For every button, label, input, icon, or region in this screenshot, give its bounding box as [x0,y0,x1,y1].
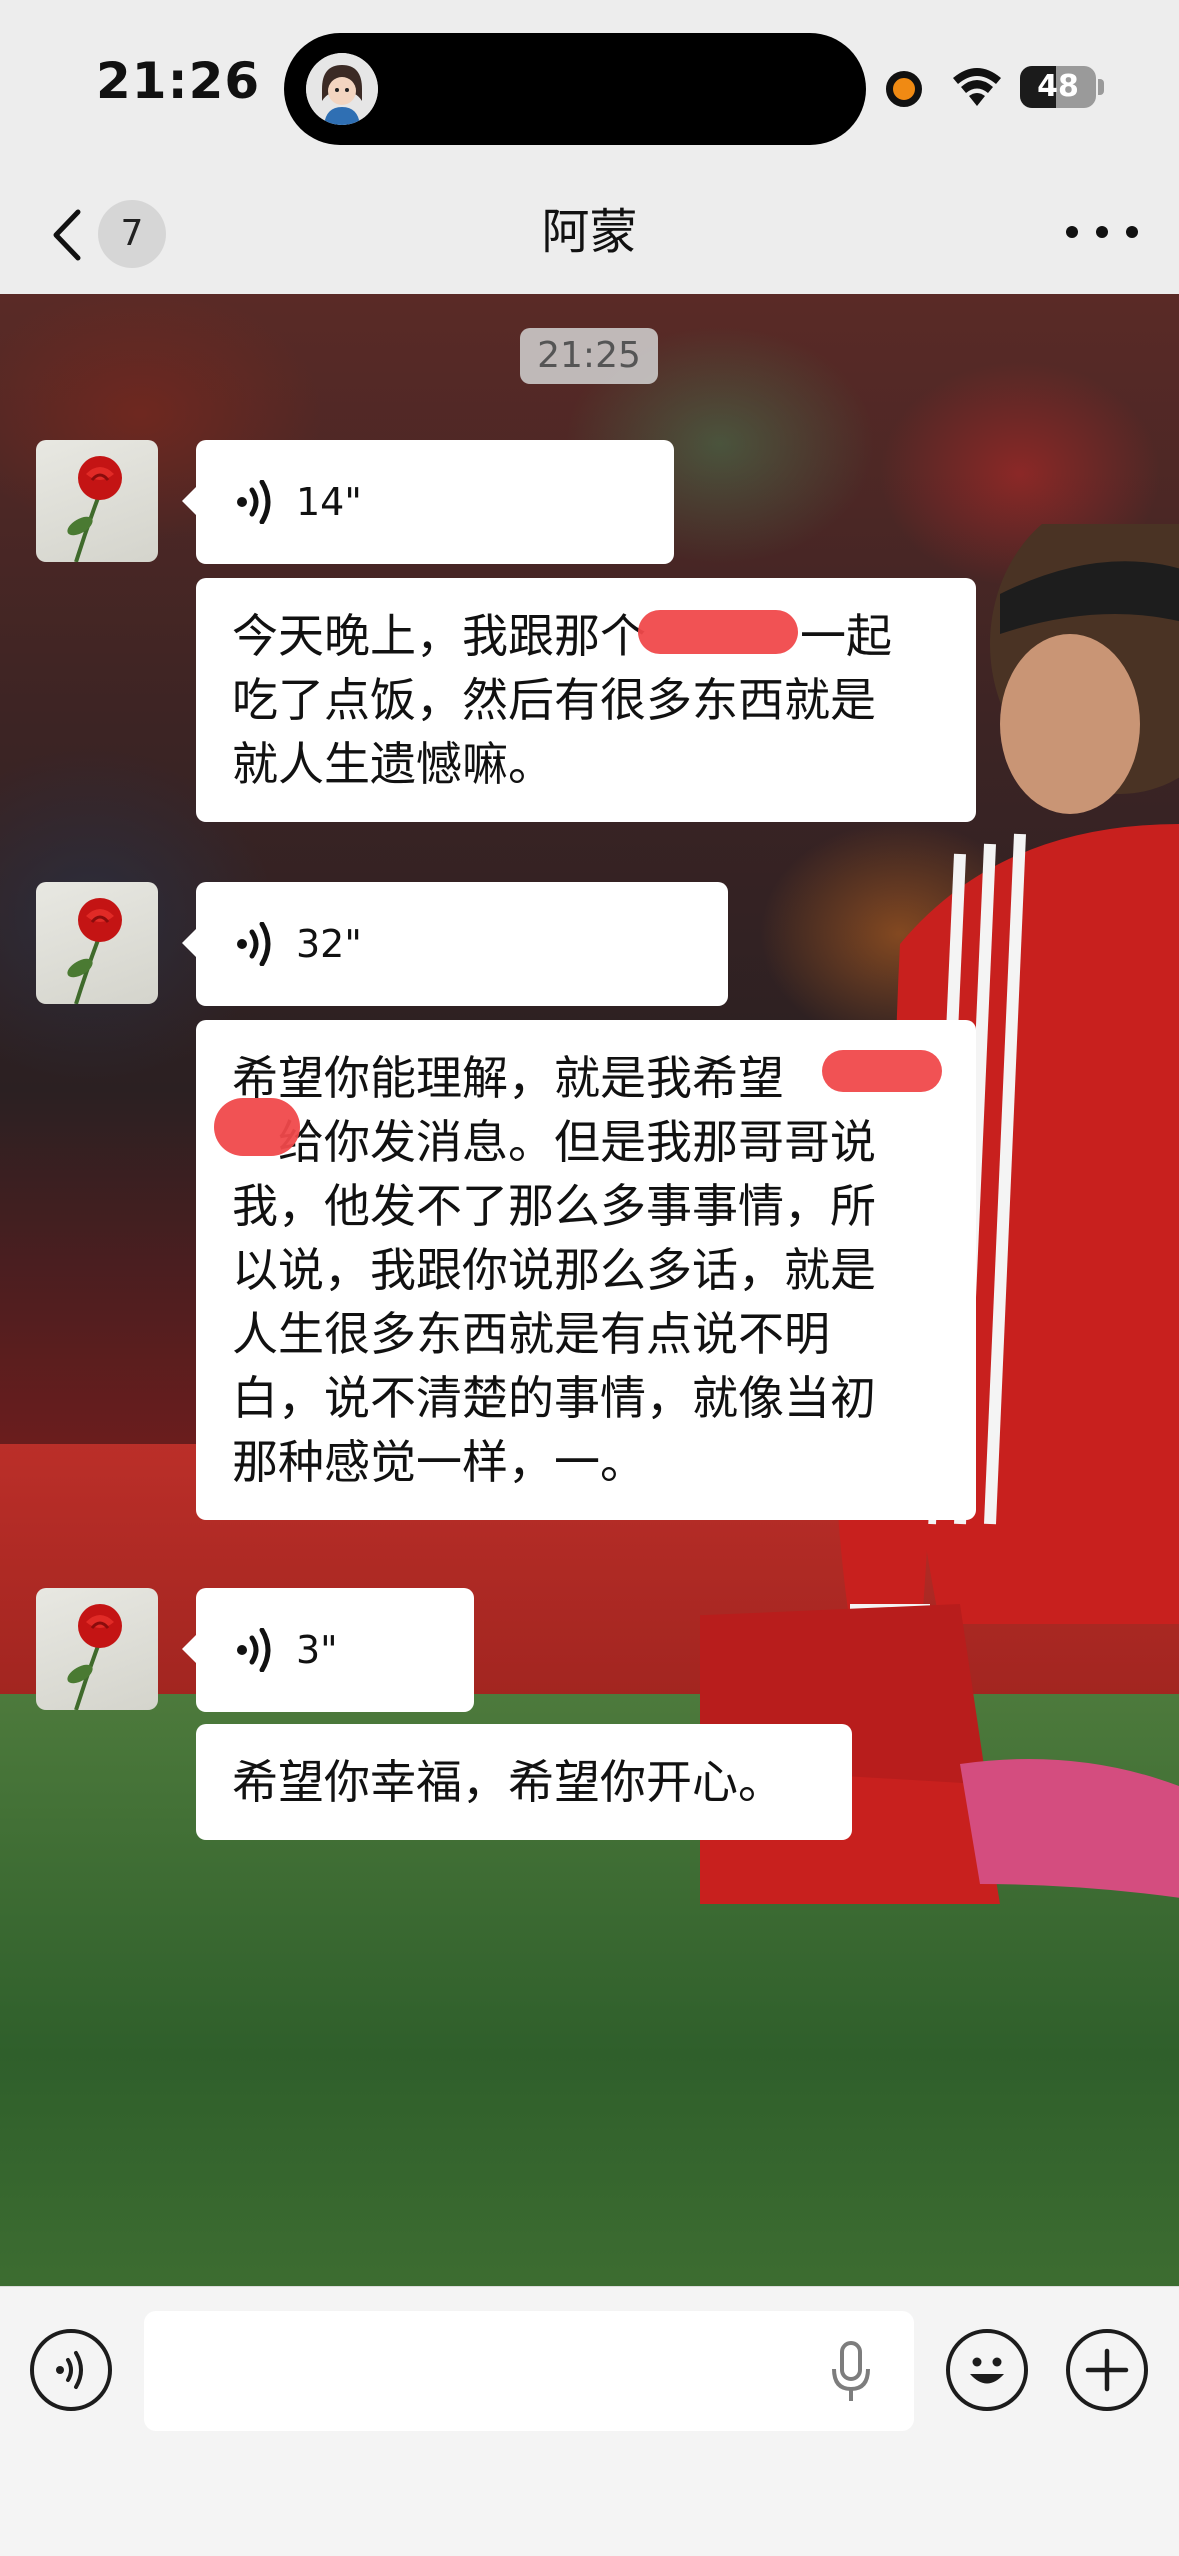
dynamic-island[interactable] [284,33,866,145]
ellipsis-dot-icon [1066,226,1078,238]
voice-duration: 14" [296,480,362,524]
red-rose-icon [67,898,122,1004]
status-bar: 21:26 48 [0,0,1179,170]
voice-duration: 32" [296,922,362,966]
more-functions-button[interactable] [1066,2329,1148,2411]
wifi-icon [950,66,1004,112]
back-button[interactable]: 7 [40,194,180,270]
voice-message-bubble[interactable]: 14" [182,440,674,564]
battery-cap [1098,79,1104,95]
contact-avatar[interactable] [36,1588,158,1710]
message-line: 以说，我跟你说那么多话，就是 [232,1243,876,1297]
message-line: 白，说不清楚的事情，就像当初 [232,1371,876,1425]
chat-header: 7 阿蒙 [0,170,1179,294]
message-line: 那种感觉一样，一。 [232,1435,646,1489]
plus-icon [1085,2348,1129,2392]
message-line: 人生很多东西就是有点说不明 [232,1307,830,1361]
message-line: 就人生遗憾嘛。 [232,737,554,791]
text-message-bubble[interactable]: 今天晚上，我跟那个 一起 吃了点饭，然后有很多东西就是 就人生遗憾嘛。 [196,578,976,822]
text-message-bubble[interactable]: 希望你能理解，就是我希望 给你发消息。但是我那哥哥说 我，他发不了那么多事事情，… [196,1020,976,1520]
voice-input-toggle-button[interactable] [30,2329,112,2411]
voice-message-bubble[interactable]: 32" [182,882,728,1006]
redaction-mark [638,610,798,654]
red-rose-icon [67,456,122,562]
input-bar [0,2286,1179,2556]
island-avatar [306,53,378,125]
contact-avatar[interactable] [36,440,158,562]
unread-count-badge: 7 [98,200,166,268]
redaction-mark [214,1098,300,1156]
message-line: 我，他发不了那么多事事情，所 [232,1179,876,1233]
message-line: 给你发消息。但是我那哥哥说 [278,1115,876,1169]
red-rose-icon [67,1604,122,1710]
redaction-mark [822,1050,942,1092]
voice-duration: 3" [296,1628,338,1672]
contact-avatar[interactable] [36,882,158,1004]
chevron-left-icon [50,208,84,266]
smiley-icon [970,2357,1004,2384]
voice-wave-icon [56,2351,83,2389]
emoji-button[interactable] [946,2329,1028,2411]
microphone-icon[interactable] [828,2341,874,2409]
voice-wave-icon [234,921,278,970]
message-line: 今天晚上，我跟那个 一起 [232,609,892,663]
status-time: 21:26 [96,52,261,110]
chat-message-list[interactable]: 21:25 14" 今天晚上，我跟那个 一起 吃了点饭，然后有很多东西就是 就人生… [0,294,1179,2286]
battery-indicator: 48 [1020,66,1096,108]
more-options-button[interactable] [1062,210,1142,254]
message-line: 吃了点饭，然后有很多东西就是 [232,673,876,727]
battery-level: 48 [1037,69,1079,104]
ellipsis-dot-icon [1096,226,1108,238]
ellipsis-dot-icon [1126,226,1138,238]
voice-wave-icon [234,1627,278,1676]
voice-message-bubble[interactable]: 3" [182,1588,474,1712]
message-line: 希望你幸福，希望你开心。 [232,1755,784,1809]
privacy-indicator-dot [886,71,922,107]
voice-wave-icon [234,479,278,528]
text-message-bubble[interactable]: 希望你幸福，希望你开心。 [196,1724,852,1840]
message-input[interactable] [144,2311,914,2431]
message-timestamp: 21:25 [520,328,658,384]
